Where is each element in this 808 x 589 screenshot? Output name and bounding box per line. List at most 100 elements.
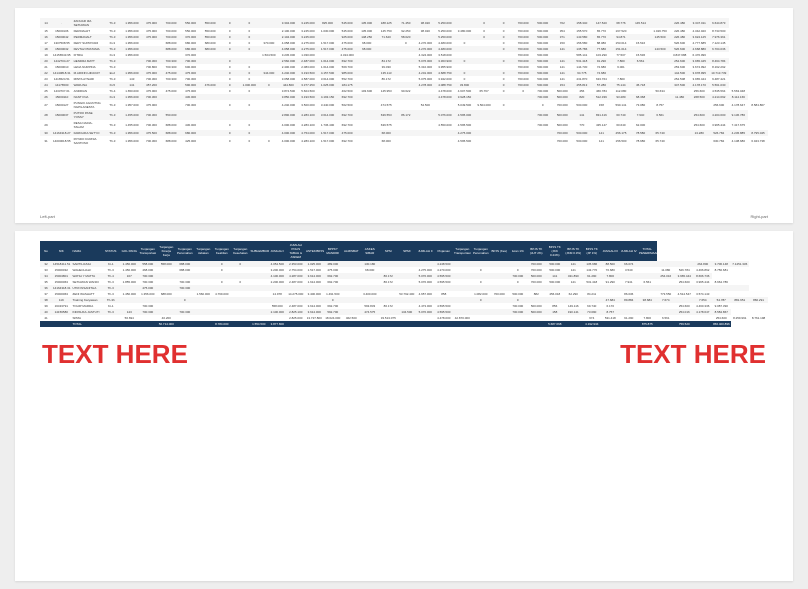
- cell: 73.080: [631, 100, 651, 110]
- col-header: SPMI: [398, 241, 417, 261]
- col-header: SUBLEMBUR: [250, 241, 269, 261]
- cell: 14000018.55: [52, 136, 72, 146]
- cell: 0: [259, 136, 279, 146]
- cell: [513, 120, 533, 130]
- cell: 8.761.198: [749, 315, 768, 321]
- cell: 3.614.000: [318, 110, 338, 120]
- col-header: GOL PANG: [120, 241, 139, 261]
- cell: [259, 100, 279, 110]
- cell: RYNDO KURNIA SANTOSO: [72, 136, 103, 146]
- col-header: BPJS TK (JKM 0.3%): [564, 241, 583, 261]
- cell: 550.000: [200, 18, 220, 28]
- cell: 31: [40, 136, 52, 146]
- cell: 8.584.867: [748, 100, 768, 110]
- cell: 550.000: [161, 110, 181, 120]
- cell: 0: [240, 100, 260, 110]
- payroll-table-1: 14.ZANUAR IZA SETIAWANTh-31.956.000475.0…: [40, 18, 768, 146]
- cell: 9.504.000: [474, 100, 494, 110]
- cell: 60.640: [611, 120, 631, 130]
- cell: 866.291: [749, 297, 768, 303]
- cell: 4.204.600: [709, 110, 729, 120]
- cell: 700.300: [142, 120, 162, 130]
- cell: 0: [220, 18, 240, 28]
- cell: [494, 136, 514, 146]
- col-header: Tunjangan Transportasi: [139, 241, 158, 261]
- cell: 0: [220, 136, 240, 146]
- cell: 688.000: [161, 136, 181, 146]
- cell: 4.240.000: [279, 100, 299, 110]
- cell: [342, 321, 361, 327]
- cell: 158: [592, 100, 612, 110]
- cell: 4.178.647: [729, 100, 749, 110]
- cell: 639.553: [376, 110, 396, 120]
- cell: 1.455.000: [122, 120, 142, 130]
- cell: 700.000: [161, 18, 181, 28]
- cell: [259, 120, 279, 130]
- cell: 875.875: [638, 321, 657, 327]
- col-header: Pinjaman: [435, 241, 454, 261]
- cell: 1.957.000: [122, 100, 142, 110]
- cell: 3.877.800: [268, 321, 287, 327]
- cell: [200, 120, 220, 130]
- cell: [435, 100, 455, 110]
- cell: [396, 120, 416, 130]
- cell: 147.520: [592, 18, 612, 28]
- cell: [657, 321, 676, 327]
- col-header: Iuran 1%: [509, 241, 528, 261]
- col-header: JUMLAH II: [416, 241, 435, 261]
- cell: 5.687.668: [546, 321, 565, 327]
- cell: 4.138.680: [729, 136, 749, 146]
- cell: 0: [240, 136, 260, 146]
- cell: [40, 321, 52, 327]
- cell: 0: [494, 18, 514, 28]
- cell: 4.595.000: [455, 110, 475, 120]
- cell: 5.250.000: [435, 18, 455, 28]
- cell: [564, 321, 583, 327]
- cell: 700.000: [533, 120, 553, 130]
- cell: TOTAL: [71, 321, 102, 327]
- cell: .: [52, 18, 72, 28]
- cell: [435, 321, 454, 327]
- cell: [416, 321, 435, 327]
- cell: [194, 321, 213, 327]
- cell: [139, 321, 158, 327]
- cell: 475.000: [142, 100, 162, 110]
- cell: 5.076.000: [435, 110, 455, 120]
- cell: 0: [533, 100, 553, 110]
- cell: 78.680: [631, 136, 651, 146]
- cell: [120, 321, 139, 327]
- cell: [416, 110, 436, 120]
- cell: 1.517.000: [318, 136, 338, 146]
- cell: 500.000: [572, 136, 592, 146]
- cell: 4.595.500: [455, 136, 475, 146]
- cell: [200, 110, 220, 120]
- cell: 1.956.000: [122, 136, 142, 146]
- col-header: STATUS: [102, 241, 121, 261]
- cell: 60.740: [611, 110, 631, 120]
- cell: 3.965.444: [709, 120, 729, 130]
- cell: [416, 136, 436, 146]
- col-header: ASKES SIBAR: [361, 241, 380, 261]
- cell: [670, 136, 690, 146]
- cell: [455, 18, 475, 28]
- col-header: No: [40, 241, 52, 261]
- cell: [474, 110, 494, 120]
- footer-left: Left-part: [40, 214, 55, 219]
- col-header: Tunjangan Perumahan: [176, 241, 195, 261]
- col-header: Tunjangan Transportasi: [453, 241, 472, 261]
- cell: Th-3: [103, 100, 123, 110]
- cell: 4.192.934: [583, 321, 602, 327]
- col-header: JUMLAH IV: [620, 241, 639, 261]
- col-header: ASTEK/BPJS: [305, 241, 324, 261]
- cell: 692.700: [337, 110, 357, 120]
- cell: ZANUAR IZA SETIAWAN: [72, 18, 103, 28]
- cell: 692.700: [337, 120, 357, 130]
- cell: 254.600: [689, 110, 709, 120]
- cell: [287, 321, 306, 327]
- cell: [398, 321, 417, 327]
- cell: 590.141: [611, 100, 631, 110]
- cell: 702: [553, 18, 573, 28]
- col-header: BPPK? MANDIRI: [324, 241, 343, 261]
- col-header: JUMLAH POLIS TABAH & ASKEM: [287, 241, 306, 261]
- cell: 1.736.400: [318, 120, 338, 130]
